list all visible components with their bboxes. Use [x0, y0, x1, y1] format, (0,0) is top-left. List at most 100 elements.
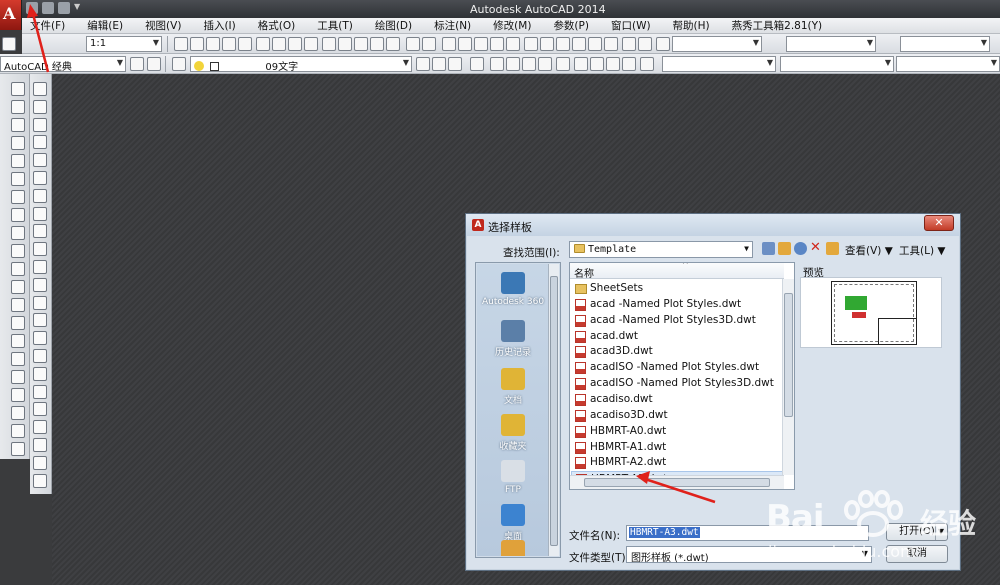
toolbar-button[interactable] [406, 37, 420, 51]
workspace-settings-icon[interactable] [147, 57, 161, 71]
toolbar-button[interactable] [606, 57, 620, 71]
application-menu-button[interactable]: A [0, 0, 22, 30]
toolbar-button[interactable] [656, 37, 670, 51]
toolbar-button[interactable] [556, 57, 570, 71]
tool-button[interactable] [11, 424, 25, 438]
toolbar-button[interactable] [622, 37, 636, 51]
column-header-name[interactable]: 名称 ^ [570, 263, 784, 280]
lookin-combo[interactable]: Template ▼ [569, 241, 753, 258]
toolbar-button[interactable] [222, 37, 236, 51]
menu-item[interactable]: 编辑(E) [76, 18, 134, 33]
tool-button[interactable] [33, 402, 47, 417]
tool-button[interactable] [11, 388, 25, 402]
toolbar-button[interactable] [540, 37, 554, 51]
tool-button[interactable] [11, 370, 25, 384]
style-combo[interactable]: ▼ [900, 36, 990, 52]
tool-button[interactable] [33, 313, 47, 328]
tools-menu[interactable]: 工具(L) ▼ [899, 243, 945, 258]
toolbar-button[interactable] [354, 37, 368, 51]
workspace-combo[interactable]: AutoCAD 经典 ▼ [0, 56, 126, 72]
close-button[interactable]: ✕ [924, 215, 954, 231]
toolbar-button[interactable] [238, 37, 252, 51]
tool-button[interactable] [33, 349, 47, 363]
layer-manager-icon[interactable] [172, 57, 186, 71]
file-row[interactable]: HBMRT-A0.dwt [571, 424, 783, 440]
toolbar-button[interactable] [206, 37, 220, 51]
toolbar-button[interactable] [288, 37, 302, 51]
tool-button[interactable] [11, 442, 25, 456]
toolbar-button[interactable] [370, 37, 384, 51]
tool-button[interactable] [11, 154, 25, 168]
file-row[interactable]: acad -Named Plot Styles3D.dwt [571, 313, 783, 329]
tool-button[interactable] [33, 242, 47, 257]
tool-button[interactable] [11, 82, 25, 96]
tool-button[interactable] [11, 334, 25, 348]
toolbar-button[interactable] [640, 57, 654, 71]
toolbar-button[interactable] [506, 57, 520, 71]
menu-item[interactable]: 绘图(D) [364, 18, 423, 33]
file-list-vertical-scrollbar[interactable] [782, 279, 794, 475]
menu-item[interactable]: 标注(N) [423, 18, 482, 33]
toolbar-button[interactable] [538, 57, 552, 71]
tool-button[interactable] [33, 153, 47, 168]
tool-button[interactable] [33, 82, 47, 96]
tool-button[interactable] [11, 136, 25, 150]
gear-icon[interactable] [130, 57, 144, 71]
place-autodesk-360[interactable]: Autodesk 360 [477, 272, 549, 307]
toolbar-button[interactable] [432, 57, 446, 71]
tool-button[interactable] [11, 208, 25, 222]
tool-button[interactable] [33, 171, 47, 185]
menu-item[interactable]: 燕秀工具箱2.81(Y) [721, 18, 834, 33]
tool-button[interactable] [11, 352, 25, 366]
menu-item[interactable]: 工具(T) [306, 18, 364, 33]
tool-button[interactable] [33, 384, 47, 399]
tool-button[interactable] [33, 206, 47, 221]
toolbar-button[interactable] [458, 37, 472, 51]
file-row[interactable]: acadISO -Named Plot Styles3D.dwt [571, 376, 783, 392]
toolbar-button[interactable] [470, 57, 484, 71]
tool-button[interactable] [33, 99, 47, 114]
menu-item[interactable]: 帮助(H) [662, 18, 721, 33]
toolbar-button[interactable] [524, 37, 538, 51]
toolbar-button[interactable] [442, 37, 456, 51]
menu-item[interactable]: 修改(M) [482, 18, 542, 33]
places-scrollbar[interactable] [548, 264, 559, 556]
save-icon[interactable] [58, 2, 70, 14]
tool-button[interactable] [33, 260, 47, 274]
toolbar-button[interactable] [638, 37, 652, 51]
toolbar-button[interactable] [556, 37, 570, 51]
back-icon[interactable] [762, 242, 775, 255]
property-combo[interactable]: ▼ [662, 56, 776, 72]
toolbar-button[interactable] [448, 57, 462, 71]
tool-button[interactable] [33, 473, 47, 488]
views-menu[interactable]: 查看(V) ▼ [845, 243, 893, 258]
place-documents[interactable]: 文档 [477, 368, 549, 406]
tool-button[interactable] [11, 226, 25, 240]
tool-button[interactable] [33, 277, 47, 292]
toolbar-button[interactable] [422, 37, 436, 51]
toolbar-button[interactable] [490, 57, 504, 71]
toolbar-button[interactable] [506, 37, 520, 51]
tool-button[interactable] [33, 224, 47, 239]
dropdown-icon[interactable]: ▼ [74, 2, 82, 14]
toolbar-button[interactable] [174, 37, 188, 51]
file-row[interactable]: acadiso3D.dwt [571, 408, 783, 424]
tool-button[interactable] [33, 331, 47, 346]
new-file-icon[interactable] [26, 2, 38, 14]
annotation-scale-combo[interactable]: 1:1 ▼ [86, 36, 162, 52]
toolbar-button[interactable] [574, 57, 588, 71]
file-row[interactable]: acad -Named Plot Styles.dwt [571, 297, 783, 313]
toolbar-button[interactable] [386, 37, 400, 51]
toolbar-button[interactable] [604, 37, 618, 51]
file-list-horizontal-scrollbar[interactable] [570, 475, 784, 489]
tool-button[interactable] [33, 117, 47, 132]
tool-button[interactable] [11, 262, 25, 276]
toolbar-button[interactable] [416, 57, 430, 71]
tool-button[interactable] [11, 172, 25, 186]
toolbar-button[interactable] [338, 37, 352, 51]
toolbar-button[interactable] [590, 57, 604, 71]
place-more[interactable] [477, 540, 549, 556]
tool-button[interactable] [33, 420, 47, 435]
tool-button[interactable] [33, 455, 47, 470]
tool-button[interactable] [11, 118, 25, 132]
